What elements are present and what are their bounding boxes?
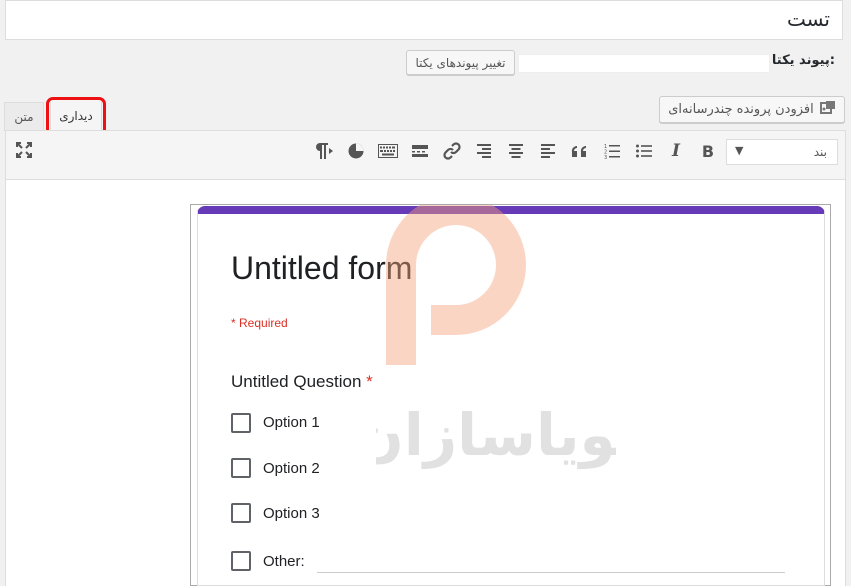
option-checkbox-1[interactable] [231, 413, 251, 433]
form-title: Untitled form [231, 250, 413, 286]
permalink-field[interactable] [518, 54, 770, 73]
option-checkbox-other[interactable] [231, 551, 251, 571]
add-media-button[interactable]: افزودن پرونده چندرسانه‌ای [659, 96, 845, 123]
align-left-icon[interactable] [537, 140, 559, 162]
required-note: * Required [231, 316, 288, 330]
link-icon[interactable] [441, 140, 463, 162]
italic-icon[interactable]: I [665, 140, 687, 162]
bold-icon[interactable]: B [697, 140, 719, 162]
option-checkbox-3[interactable] [231, 503, 251, 523]
change-permalink-button[interactable]: تغییر پیوندهای یکتا [406, 50, 515, 75]
svg-text:3: 3 [604, 155, 607, 159]
tab-text[interactable]: متن [4, 102, 44, 131]
read-more-icon[interactable] [409, 140, 431, 162]
blockquote-icon[interactable] [569, 140, 591, 162]
question-title: Untitled Question * [231, 372, 373, 392]
align-center-icon[interactable] [505, 140, 527, 162]
add-media-label: افزودن پرونده چندرسانه‌ای [668, 102, 814, 117]
media-icon [819, 100, 836, 120]
required-mark: * [366, 372, 373, 391]
option-label-2: Option 2 [263, 460, 320, 477]
paragraph-direction-icon[interactable] [312, 140, 334, 162]
other-text-input[interactable] [317, 572, 785, 573]
option-label-3: Option 3 [263, 505, 320, 522]
permalink-label: پیوند یکتا: [771, 53, 835, 68]
paragraph-format-value: بند [813, 145, 827, 159]
numbered-list-icon[interactable]: 123 [601, 140, 623, 162]
fullscreen-icon[interactable] [13, 139, 35, 161]
question-text: Untitled Question [231, 372, 362, 391]
post-title-field[interactable]: تست [5, 0, 843, 40]
keyboard-icon[interactable] [377, 140, 399, 162]
bulleted-list-icon[interactable] [633, 140, 655, 162]
form-embed-icon[interactable] [345, 140, 367, 162]
align-right-icon[interactable] [473, 140, 495, 162]
post-title-text: تست [786, 7, 830, 31]
dropdown-arrow-icon: ▼ [735, 144, 744, 157]
option-label-other: Other: [263, 553, 305, 570]
paragraph-format-select[interactable]: بند ▼ [726, 139, 838, 165]
option-label-1: Option 1 [263, 414, 320, 431]
option-checkbox-2[interactable] [231, 458, 251, 478]
